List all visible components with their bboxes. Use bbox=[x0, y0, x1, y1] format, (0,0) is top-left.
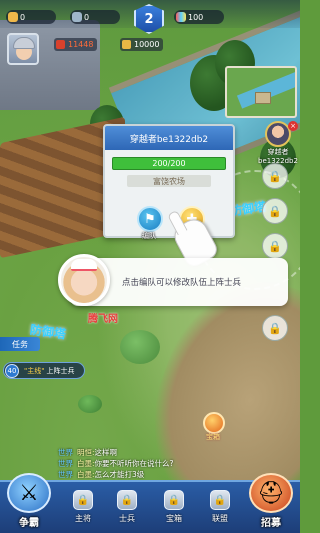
edit-formation-label: 编队 bbox=[142, 232, 156, 240]
crossed-swords-icon: ⚔ bbox=[7, 473, 51, 513]
treasure-chest-icon[interactable] bbox=[203, 412, 225, 434]
gold-value: 10000 bbox=[134, 40, 160, 49]
nav-alliance-button[interactable]: 🔒 联盟 bbox=[203, 490, 237, 530]
task-number-badge: 40 bbox=[5, 364, 19, 378]
chat-speaker: 明恒: bbox=[77, 448, 95, 457]
nav-compete-button[interactable]: ⚔ 争霸 bbox=[2, 471, 56, 529]
watermark: 腾飞网 bbox=[88, 314, 118, 325]
bush bbox=[78, 395, 102, 413]
lock-icon: 🔒 bbox=[164, 490, 184, 510]
power-stat: 11448 bbox=[54, 38, 98, 51]
lock-icon: 🔒 bbox=[73, 490, 93, 510]
task-item[interactable]: 40 "主线" 上阵士兵 bbox=[3, 362, 85, 379]
gold-icon bbox=[122, 40, 131, 49]
stone-icon bbox=[72, 12, 82, 22]
close-icon[interactable]: × bbox=[288, 121, 298, 131]
minimap[interactable] bbox=[225, 66, 297, 118]
nav-soldier-label: 士兵 bbox=[119, 514, 135, 523]
map-player-name-line1: 穿越者 bbox=[267, 148, 289, 156]
chat-line: 世界 明恒: 这样啊 bbox=[58, 447, 248, 458]
stone-value: 0 bbox=[84, 12, 90, 22]
lock-icon[interactable]: 🔒 bbox=[262, 315, 288, 341]
nav-general-label: 主将 bbox=[75, 514, 91, 523]
spartan-helmet-icon: ⛑ bbox=[249, 473, 293, 513]
chat-speaker: 白墨: bbox=[77, 459, 95, 468]
task-tab[interactable]: 任务 bbox=[0, 337, 40, 351]
nav-alliance-label: 联盟 bbox=[212, 514, 228, 523]
power-value: 11448 bbox=[68, 40, 94, 49]
token-icon bbox=[176, 12, 186, 22]
guide-character-avatar bbox=[58, 254, 110, 306]
lock-icon: 🔒 bbox=[117, 490, 137, 510]
chat-feed[interactable]: 世界 明恒: 这样啊 世界 白墨: 你要不听听你在说什么? 世界 白墨: 怎么才… bbox=[58, 447, 248, 480]
food-value: 0 bbox=[20, 12, 26, 22]
stone-resource[interactable]: 0 bbox=[70, 10, 120, 24]
map-player-marker[interactable]: × 穿越者 be1322db2 bbox=[258, 121, 298, 165]
token-value: 100 bbox=[188, 12, 204, 22]
chat-speaker: 白墨: bbox=[77, 470, 95, 479]
nav-recruit-button[interactable]: ⛑ 招募 bbox=[244, 471, 298, 529]
chat-message: 这样啊 bbox=[94, 448, 118, 457]
treasure-chest-label: 宝箱 bbox=[206, 433, 220, 441]
chat-channel: 世界 bbox=[58, 448, 73, 457]
gold-stat: 10000 bbox=[120, 38, 164, 51]
farm-owner-title: 穿越者be1322db2 bbox=[105, 126, 233, 150]
food-resource[interactable]: 0 bbox=[6, 10, 56, 24]
nav-compete-label: 争霸 bbox=[19, 518, 39, 529]
nav-treasury-button[interactable]: 🔒 宝箱 bbox=[157, 490, 191, 530]
player-avatar[interactable] bbox=[7, 33, 39, 65]
token-resource[interactable]: 100 bbox=[174, 10, 224, 24]
chat-message: 怎么才能打3级 bbox=[94, 470, 145, 479]
top-bar: 0 0 2 100 bbox=[0, 0, 300, 34]
nav-recruit-label: 招募 bbox=[261, 518, 281, 529]
farm-hp-bar: 200/200 bbox=[112, 157, 226, 170]
nav-soldier-button[interactable]: 🔒 士兵 bbox=[110, 490, 144, 530]
chat-line: 世界 白墨: 怎么才能打3级 bbox=[58, 469, 248, 480]
power-icon bbox=[56, 40, 65, 49]
task-category: "主线" bbox=[24, 366, 45, 375]
map-player-name-line2: be1322db2 bbox=[258, 157, 298, 165]
nav-general-button[interactable]: 🔒 主将 bbox=[66, 490, 100, 530]
lock-icon[interactable]: 🔒 bbox=[262, 163, 288, 189]
edit-formation-button[interactable]: ⚑ bbox=[137, 206, 163, 232]
nav-treasury-label: 宝箱 bbox=[166, 514, 182, 523]
food-icon bbox=[8, 12, 18, 22]
farm-type-label: 富饶农场 bbox=[127, 175, 211, 187]
lock-icon: 🔒 bbox=[210, 490, 230, 510]
farm-info-popup: 穿越者be1322db2 200/200 富饶农场 ⚑ 编队 ✚ 补兵 bbox=[103, 124, 235, 240]
chat-channel: 世界 bbox=[58, 470, 73, 479]
chat-channel: 世界 bbox=[58, 459, 73, 468]
chat-message: 你要不听听你在说什么? bbox=[94, 459, 174, 468]
bush bbox=[120, 330, 160, 364]
lock-icon[interactable]: 🔒 bbox=[262, 233, 288, 259]
chat-line: 世界 白墨: 你要不听听你在说什么? bbox=[58, 458, 248, 469]
task-text: 上阵士兵 bbox=[46, 366, 75, 375]
tutorial-text: 点击编队可以修改队伍上阵士兵 bbox=[122, 278, 242, 288]
lock-icon[interactable]: 🔒 bbox=[262, 198, 288, 224]
